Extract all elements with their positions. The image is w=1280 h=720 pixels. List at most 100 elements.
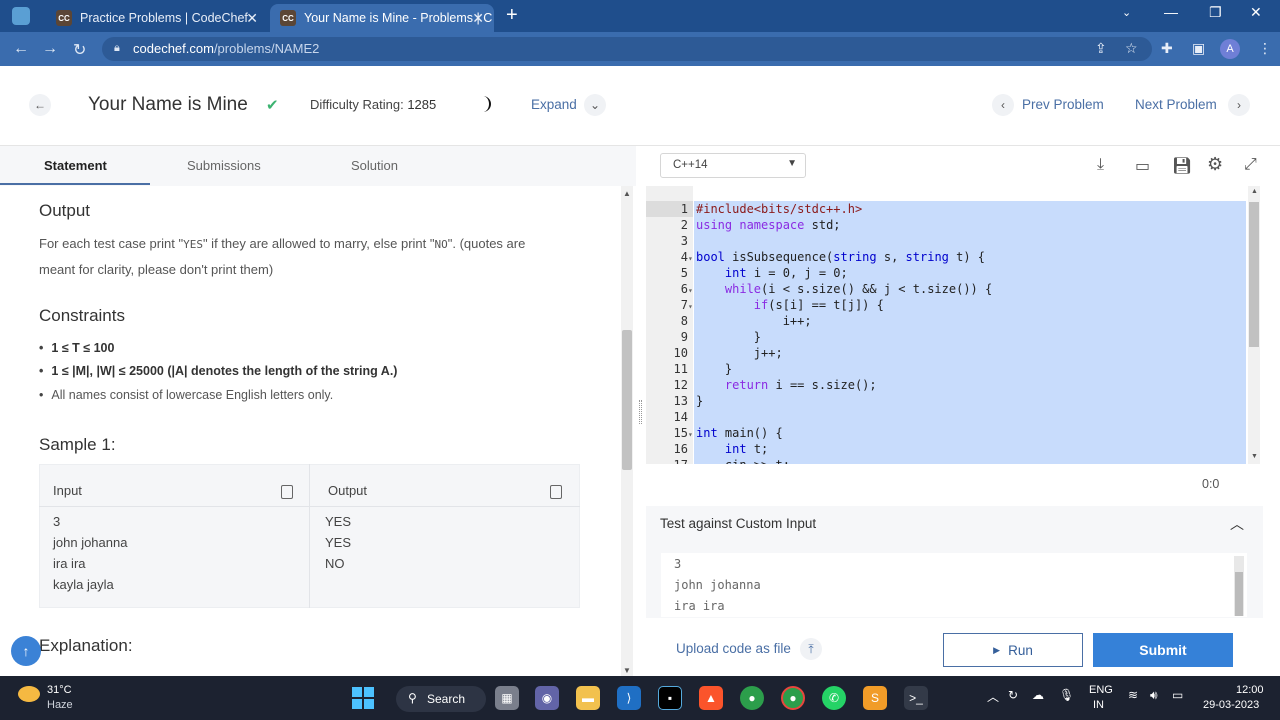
code-line: 11 } xyxy=(646,361,733,377)
chevron-up-icon[interactable]: ︿ xyxy=(1230,514,1244,534)
line-number: 1 xyxy=(680,202,688,216)
tray-chevron-up-icon[interactable]: ︿ xyxy=(987,688,999,705)
code-line: 12 return i == s.size(); xyxy=(646,377,877,393)
sample-input-line: ira ira xyxy=(53,556,86,571)
download-icon[interactable]: ⤓ xyxy=(1097,156,1104,174)
back-arrow-button[interactable]: ← xyxy=(29,94,51,116)
weather-haze-icon[interactable] xyxy=(18,686,40,702)
microphone-icon[interactable]: 🎙︎ xyxy=(1059,688,1074,702)
editor-scroll-down-icon[interactable]: ▼ xyxy=(1251,453,1258,460)
code-text: } xyxy=(696,330,762,344)
back-icon[interactable]: ← xyxy=(13,40,29,58)
task-view-icon[interactable]: ▦ xyxy=(495,686,519,710)
explanation-heading: Explanation: xyxy=(39,636,133,655)
fullscreen-icon[interactable]: ⤢ xyxy=(1244,156,1257,174)
copy-input-icon[interactable] xyxy=(281,485,293,499)
chrome-icon[interactable]: ● xyxy=(740,686,764,710)
scroll-up-arrow-icon[interactable]: ▲ xyxy=(623,189,631,198)
code-line: 8 i++; xyxy=(646,313,812,329)
custom-input-title[interactable]: Test against Custom Input xyxy=(660,516,816,531)
reload-icon[interactable]: ↻ xyxy=(73,40,86,60)
chrome-profile-icon[interactable]: ● xyxy=(781,686,805,710)
active-tab-indicator xyxy=(0,183,150,185)
code-lines: 1 #include<bits/stdc++.h> 2 using namespace… xyxy=(646,201,1246,464)
input-language[interactable]: ENG xyxy=(1089,684,1113,696)
tray-sync-icon[interactable]: ↻ xyxy=(1008,688,1018,702)
sublime-text-icon[interactable]: S xyxy=(863,686,887,710)
weather-condition[interactable]: Haze xyxy=(47,699,73,711)
next-chevron-icon[interactable]: › xyxy=(1228,94,1250,116)
tab-submissions[interactable]: Submissions xyxy=(187,158,261,173)
clock-time[interactable]: 12:00 xyxy=(1236,684,1264,696)
battery-icon[interactable]: ▭ xyxy=(1172,688,1183,702)
line-number: 12 xyxy=(673,378,688,392)
browser-tab-title: Your Name is Mine - Problems | C xyxy=(304,11,493,25)
scroll-down-arrow-icon[interactable]: ▼ xyxy=(623,666,631,675)
dark-mode-icon[interactable] xyxy=(478,95,494,113)
next-problem-link[interactable]: Next Problem xyxy=(1135,97,1217,112)
minimize-icon[interactable]: — xyxy=(1164,4,1178,20)
tab-search-icon[interactable] xyxy=(12,7,30,25)
profile-avatar[interactable]: A xyxy=(1220,39,1240,59)
wifi-icon[interactable]: ≋ xyxy=(1128,688,1138,702)
windows-start-icon[interactable] xyxy=(352,687,374,709)
submit-button[interactable]: Submit xyxy=(1093,633,1233,667)
share-icon[interactable]: ⇪ xyxy=(1095,40,1107,57)
restore-icon[interactable]: ❐ xyxy=(1209,4,1222,21)
tray-network-off-icon[interactable]: ☁ xyxy=(1032,688,1044,702)
weather-temp[interactable]: 31°C xyxy=(47,684,72,696)
line-number: 9 xyxy=(680,330,688,344)
custom-input-scrollbar-thumb[interactable] xyxy=(1235,572,1243,616)
clock-date[interactable]: 29-03-2023 xyxy=(1203,699,1259,711)
input-region[interactable]: IN xyxy=(1093,699,1104,711)
bookmark-star-icon[interactable]: ☆ xyxy=(1125,40,1138,57)
code-text: while(i < s.size() && j < t.size()) { xyxy=(724,282,993,296)
statement-scrollbar-thumb[interactable] xyxy=(622,330,632,470)
copy-output-icon[interactable] xyxy=(550,485,562,499)
tab-statement[interactable]: Statement xyxy=(44,158,107,173)
codechef-favicon-icon: CC xyxy=(280,10,296,26)
tab-search-chevron-icon[interactable]: ⌄ xyxy=(1122,6,1131,19)
editor-scrollbar-thumb[interactable] xyxy=(1249,202,1259,347)
code-line: 16 int t; xyxy=(646,441,769,457)
command-prompt-icon[interactable]: >_ xyxy=(904,686,928,710)
close-window-icon[interactable]: ✕ xyxy=(1250,4,1262,21)
prev-problem-link[interactable]: Prev Problem xyxy=(1022,97,1104,112)
solved-check-icon: ✔ xyxy=(266,97,279,114)
browser-tab-problem[interactable]: CC Your Name is Mine - Problems | C ✕ xyxy=(270,4,494,32)
close-tab-icon[interactable]: ✕ xyxy=(246,10,258,27)
prev-chevron-icon[interactable]: ‹ xyxy=(992,94,1014,116)
upload-code-link[interactable]: Upload code as file xyxy=(676,641,791,656)
code-line: 10 j++; xyxy=(646,345,783,361)
forward-icon[interactable]: → xyxy=(42,40,58,58)
save-icon[interactable]: 💾︎ xyxy=(1172,156,1192,176)
split-pane-handle[interactable] xyxy=(639,400,642,424)
expand-button[interactable]: Expand xyxy=(531,97,577,112)
language-select[interactable]: C++14 ▼ xyxy=(660,153,806,178)
terminal-app-icon[interactable]: ▪ xyxy=(658,686,682,710)
new-tab-icon[interactable]: + xyxy=(506,4,518,27)
volume-icon[interactable]: 🔊︎ xyxy=(1150,688,1158,703)
sample-input-line: 3 xyxy=(53,514,61,529)
tab-solution[interactable]: Solution xyxy=(351,158,398,173)
scroll-to-top-button[interactable]: ↑ xyxy=(11,636,41,666)
taskbar-search[interactable]: ⚲ Search xyxy=(396,686,486,712)
close-tab-icon[interactable]: ✕ xyxy=(472,10,484,27)
brave-icon[interactable]: ▲ xyxy=(699,686,723,710)
upload-icon[interactable]: ⤒ xyxy=(800,638,822,660)
menu-kebab-icon[interactable]: ⋮ xyxy=(1258,40,1272,57)
gear-icon[interactable]: ⚙ xyxy=(1207,154,1223,175)
whatsapp-icon[interactable]: ✆ xyxy=(822,686,846,710)
extensions-icon[interactable]: ✚ xyxy=(1161,40,1173,57)
code-line: 9 } xyxy=(646,329,761,345)
vscode-icon[interactable]: ⟩ xyxy=(617,686,641,710)
teams-icon[interactable]: ◉ xyxy=(535,686,559,710)
side-panel-icon[interactable]: ▣ xyxy=(1192,40,1205,57)
comment-icon[interactable]: ▭ xyxy=(1135,156,1150,176)
chevron-down-icon[interactable]: ⌄ xyxy=(584,94,606,116)
file-explorer-icon[interactable]: ▬ xyxy=(576,686,600,710)
play-icon: ▶ xyxy=(993,644,1001,655)
run-button[interactable]: ▶ Run xyxy=(943,633,1083,667)
editor-scroll-up-icon[interactable]: ▲ xyxy=(1251,188,1258,195)
browser-tab-practice[interactable]: CC Practice Problems | CodeChef ✕ xyxy=(46,4,268,32)
